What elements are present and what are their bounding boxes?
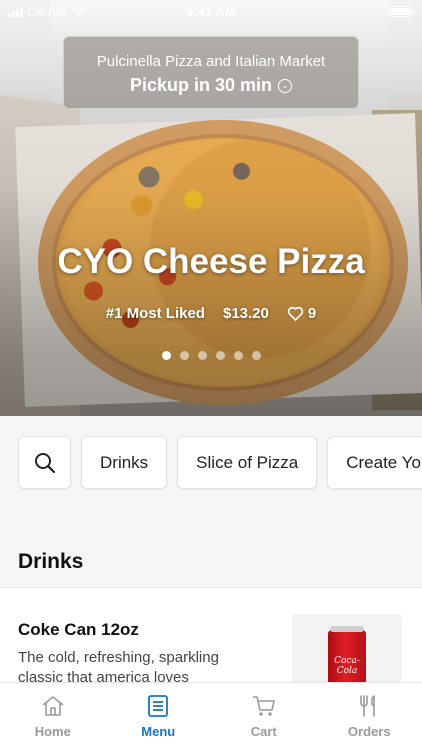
carousel-dot[interactable] <box>233 351 243 360</box>
carousel-dot[interactable] <box>215 351 225 360</box>
menu-icon <box>148 695 169 717</box>
tab-home[interactable]: Home <box>0 683 106 750</box>
carousel-dots[interactable] <box>0 351 422 360</box>
home-icon <box>42 696 64 716</box>
store-name: Pulcinella Pizza and Italian Market <box>96 53 326 70</box>
featured-price: $13.20 <box>222 305 269 322</box>
category-create-your-own[interactable]: Create Your Own <box>327 436 422 489</box>
section-title: Drinks <box>18 550 84 573</box>
likes-number: 9 <box>307 305 317 322</box>
carousel-dot[interactable] <box>179 351 189 360</box>
carousel-dot[interactable] <box>161 351 171 360</box>
status-time: 9:41 AM <box>186 4 236 19</box>
search-icon <box>34 452 55 473</box>
menu-item[interactable]: Coke Can 12oz The cold, refreshing, spar… <box>0 588 422 694</box>
battery-icon <box>389 6 415 17</box>
tab-menu[interactable]: Menu <box>106 683 212 750</box>
likes-count[interactable]: 9 <box>287 305 316 322</box>
tab-orders-label: Orders <box>347 724 391 739</box>
hero-banner[interactable]: Carrier 9:41 AM Pulcinella Pizza and Ita… <box>0 0 422 416</box>
tab-orders[interactable]: Orders <box>317 683 422 750</box>
tab-cart-label: Cart <box>250 724 277 739</box>
heart-icon <box>287 306 304 321</box>
category-bar: Drinks Slice of Pizza Create Your Own <box>0 416 422 516</box>
cart-icon <box>252 696 275 716</box>
tab-menu-label: Menu <box>141 724 176 739</box>
carousel-dot[interactable] <box>197 351 207 360</box>
tab-cart[interactable]: Cart <box>211 683 317 750</box>
tab-bar: Home Menu Cart Orders <box>0 682 422 750</box>
store-selector[interactable]: Pulcinella Pizza and Italian Market Pick… <box>63 36 359 109</box>
brand-logo: Coca-Cola <box>334 656 360 676</box>
rank-badge: #1 Most Liked <box>105 305 205 322</box>
featured-item-meta: #1 Most Liked $13.20 9 <box>0 305 422 322</box>
section-header: Drinks <box>0 516 422 588</box>
featured-item-title[interactable]: CYO Cheese Pizza <box>0 242 422 282</box>
status-bar: Carrier 9:41 AM <box>0 0 422 24</box>
tab-home-label: Home <box>34 724 71 739</box>
item-name: Coke Can 12oz <box>18 620 139 639</box>
pickup-time: Pickup in 30 min <box>129 75 273 95</box>
orders-icon <box>360 695 376 717</box>
chevron-down-icon[interactable]: ⌄ <box>278 78 293 93</box>
category-drinks[interactable]: Drinks <box>81 436 168 489</box>
carousel-dot[interactable] <box>251 351 261 360</box>
search-button[interactable] <box>18 436 71 489</box>
category-slice-of-pizza[interactable]: Slice of Pizza <box>177 436 318 489</box>
